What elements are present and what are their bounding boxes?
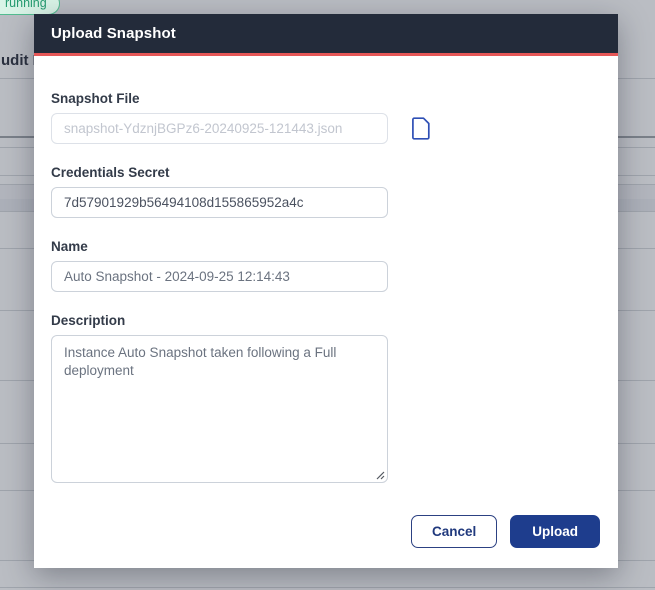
file-picker-button[interactable] — [411, 117, 431, 140]
name-input[interactable] — [51, 261, 388, 292]
snapshot-file-input[interactable] — [51, 113, 388, 144]
credentials-secret-field-group: Credentials Secret — [51, 165, 601, 218]
modal-header: Upload Snapshot — [34, 14, 618, 56]
name-label: Name — [51, 239, 88, 254]
modal-title: Upload Snapshot — [51, 25, 176, 42]
description-textarea[interactable]: Instance Auto Snapshot taken following a… — [51, 335, 388, 483]
snapshot-file-field-group: Snapshot File — [51, 91, 601, 144]
file-icon — [412, 117, 430, 140]
snapshot-file-label: Snapshot File — [51, 91, 140, 106]
upload-snapshot-modal: Upload Snapshot Snapshot File Credential… — [34, 14, 618, 568]
upload-button[interactable]: Upload — [510, 515, 600, 548]
modal-footer: Cancel Upload — [34, 515, 618, 568]
running-status-badge: running — [0, 0, 60, 15]
modal-body: Snapshot File Credentials Secret Name De… — [34, 56, 618, 515]
bg-row-divider — [0, 587, 655, 588]
name-field-group: Name — [51, 239, 601, 292]
credentials-secret-input[interactable] — [51, 187, 388, 218]
description-field-group: Description Instance Auto Snapshot taken… — [51, 313, 601, 483]
description-label: Description — [51, 313, 126, 328]
cancel-button[interactable]: Cancel — [410, 515, 498, 548]
credentials-secret-label: Credentials Secret — [51, 165, 170, 180]
